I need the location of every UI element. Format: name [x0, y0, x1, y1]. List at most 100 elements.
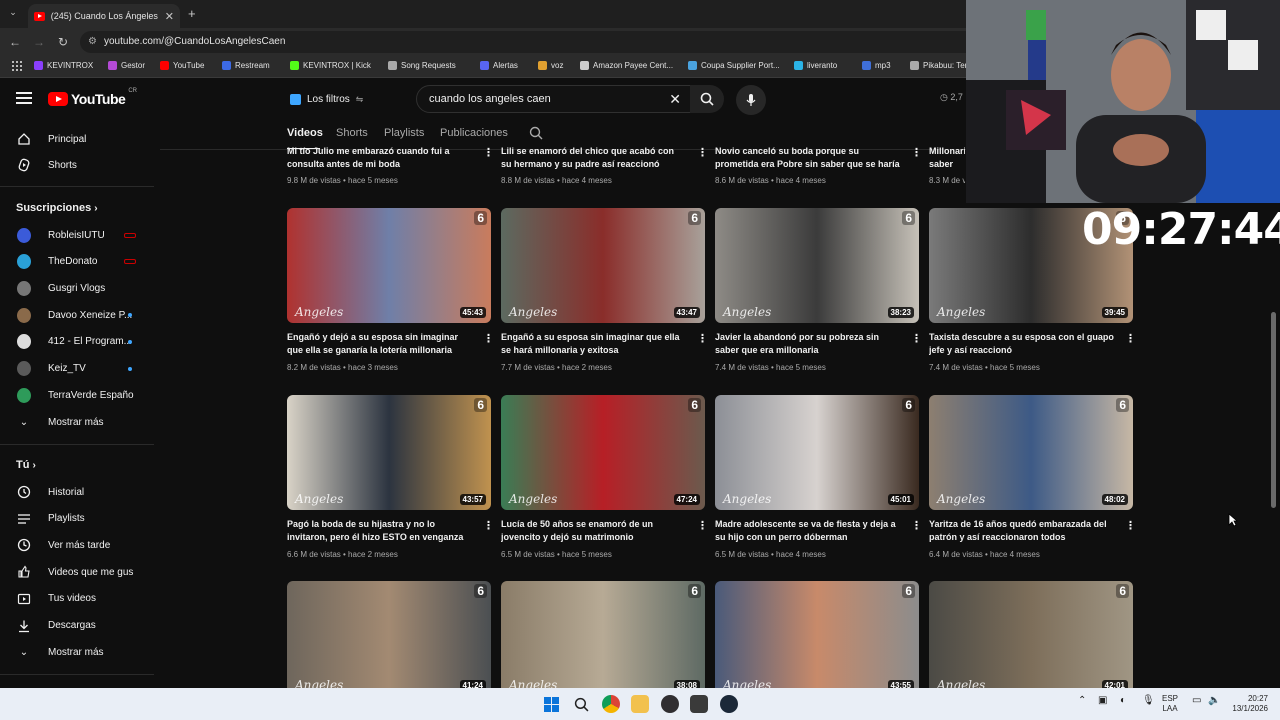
bookmark-item[interactable]: Restream: [222, 61, 270, 70]
clear-search-icon[interactable]: ✕: [669, 86, 681, 112]
tab-videos[interactable]: Videos: [287, 127, 323, 139]
video-card[interactable]: 6 Angeles 38:08: [501, 581, 705, 688]
tray-app-icon[interactable]: ◐: [1120, 696, 1126, 706]
video-title[interactable]: Pagó la boda de su hijastra y no lo invi…: [287, 518, 473, 544]
bookmark-item[interactable]: Alertas: [480, 61, 518, 70]
bookmark-item[interactable]: liveranto: [794, 61, 837, 70]
video-menu-icon[interactable]: ⋮: [483, 146, 494, 159]
sidebar-item-you[interactable]: Historial: [0, 479, 154, 505]
sidebar-subscription[interactable]: TerraVerde Español: [0, 382, 154, 408]
steam-icon[interactable]: [720, 695, 738, 713]
reload-icon[interactable]: ↻: [55, 34, 71, 50]
video-thumbnail[interactable]: 6 Angeles 47:24: [501, 395, 705, 510]
network-icon[interactable]: ▭: [1192, 696, 1201, 706]
video-menu-icon[interactable]: ⋮: [911, 519, 919, 532]
search-input[interactable]: cuando los angeles caen ✕: [416, 85, 692, 113]
sidebar-item-you[interactable]: Tus videos: [0, 586, 154, 612]
url-field[interactable]: ⚙ youtube.com/@CuandoLosAngelesCaen: [80, 31, 980, 53]
video-title[interactable]: Mi tío Julio me embarazó cuando fui a co…: [287, 145, 473, 171]
search-button[interactable]: [690, 85, 724, 113]
sidebar-subscription[interactable]: 412 - El Program...: [0, 329, 154, 355]
video-title[interactable]: Madre adolescente se va de fiesta y deja…: [715, 518, 901, 544]
bookmark-item[interactable]: KEVINTROX | Kick: [290, 61, 371, 70]
sidebar-item-you[interactable]: Ver más tarde: [0, 532, 154, 558]
tray-chevron-up-icon[interactable]: ⌃: [1078, 696, 1086, 706]
channel-search-icon[interactable]: [529, 126, 543, 140]
video-card[interactable]: 6 Angeles 45:01 Madre adolescente se va de …: [715, 395, 919, 570]
video-thumbnail[interactable]: 6 Angeles 42:01: [929, 581, 1133, 688]
browser-tab[interactable]: (245) Cuando Los Ángeles Cae ✕: [28, 4, 180, 28]
video-menu-icon[interactable]: ⋮: [483, 519, 491, 532]
tab-shorts[interactable]: Shorts: [336, 127, 368, 139]
video-thumbnail[interactable]: 6 Angeles 45:01: [715, 395, 919, 510]
scrollbar-thumb[interactable]: [1271, 312, 1276, 508]
subscriptions-show-more[interactable]: ⌄ Mostrar más: [0, 409, 154, 435]
tab-list-dropdown-icon[interactable]: ⌄: [6, 7, 20, 21]
forward-icon[interactable]: →: [31, 34, 47, 50]
video-menu-icon[interactable]: ⋮: [697, 519, 705, 532]
taskbar-search-icon[interactable]: [574, 697, 589, 712]
sidebar-subscription[interactable]: Keiz_TV: [0, 356, 154, 382]
video-title[interactable]: Engañó y dejó a su esposa sin imaginar q…: [287, 331, 473, 357]
voice-search-button[interactable]: [736, 85, 766, 115]
video-card[interactable]: 6 Angeles 41:24: [287, 581, 491, 688]
sidebar-subscription[interactable]: TheDonato: [0, 249, 154, 275]
video-card[interactable]: 6 Angeles 43:47 Engañó a su esposa sin imag…: [501, 208, 705, 383]
bookmark-item[interactable]: voz: [538, 61, 563, 70]
video-menu-icon[interactable]: ⋮: [1125, 519, 1133, 532]
site-info-icon[interactable]: ⚙: [88, 31, 97, 53]
close-tab-icon[interactable]: ✕: [165, 10, 174, 23]
video-thumbnail[interactable]: 6 Angeles 43:47: [501, 208, 705, 323]
filters-button[interactable]: Los filtros ⇋: [280, 86, 373, 112]
tray-microphone-icon[interactable]: 🎙: [1142, 696, 1155, 706]
file-explorer-icon[interactable]: [631, 695, 649, 713]
you-show-more[interactable]: ⌄ Mostrar más: [0, 639, 154, 665]
video-card[interactable]: 6 Angeles 47:24 Lucía de 50 años se enamoró…: [501, 395, 705, 570]
video-menu-icon[interactable]: ⋮: [697, 332, 705, 345]
new-tab-button[interactable]: +: [188, 6, 196, 21]
language-indicator[interactable]: ESP LAA: [1162, 694, 1178, 714]
video-title[interactable]: Engañó a su esposa sin imaginar que ella…: [501, 331, 687, 357]
sidebar-subscription[interactable]: Davoo Xeneize P...: [0, 302, 154, 328]
bookmark-item[interactable]: Song Requests: [388, 61, 456, 70]
video-title[interactable]: Lili se enamoró del chico que acabó con …: [501, 145, 687, 171]
video-thumbnail[interactable]: 6 Angeles 43:57: [287, 395, 491, 510]
chrome-icon[interactable]: [602, 695, 620, 713]
sidebar-subscription[interactable]: RobleisIUTU: [0, 222, 154, 248]
you-heading[interactable]: Tú ›: [16, 459, 36, 471]
video-menu-icon[interactable]: ⋮: [483, 332, 491, 345]
video-thumbnail[interactable]: 6 Angeles 43:55: [715, 581, 919, 688]
back-icon[interactable]: ←: [7, 34, 23, 50]
bookmark-item[interactable]: YouTube: [160, 61, 204, 70]
video-card[interactable]: 6 Angeles 38:23 Javier la abandonó por su p…: [715, 208, 919, 383]
video-thumbnail[interactable]: 6 Angeles 45:43: [287, 208, 491, 323]
video-menu-icon[interactable]: ⋮: [1125, 332, 1133, 345]
subscriptions-heading[interactable]: Suscripciones ›: [16, 202, 98, 214]
tab-publicaciones[interactable]: Publicaciones: [440, 127, 508, 139]
tab-playlists[interactable]: Playlists: [384, 127, 424, 139]
video-title[interactable]: Millonari... saber cu...: [929, 145, 965, 171]
sidebar-item-you[interactable]: Videos que me gus...: [0, 559, 154, 585]
video-menu-icon[interactable]: ⋮: [697, 146, 708, 159]
volume-icon[interactable]: 🔈: [1208, 696, 1220, 706]
obs-icon[interactable]: [661, 695, 679, 713]
sidebar-item-you[interactable]: Playlists: [0, 506, 154, 532]
bookmark-item[interactable]: Coupa Supplier Port...: [688, 61, 780, 70]
youtube-logo[interactable]: YouTube CR: [48, 88, 137, 107]
clock[interactable]: 20:27 13/1/2026: [1226, 694, 1268, 714]
video-title[interactable]: Lucía de 50 años se enamoró de un jovenc…: [501, 518, 687, 544]
bookmark-item[interactable]: KEVINTROX: [34, 61, 93, 70]
sidebar-item-you[interactable]: Descargas: [0, 613, 154, 639]
start-windows-icon[interactable]: [544, 697, 559, 712]
video-card[interactable]: 6 Angeles 45:43 Engañó y dejó a su esposa s…: [287, 208, 491, 383]
tray-app-icon[interactable]: ▣: [1098, 696, 1107, 706]
video-menu-icon[interactable]: ⋮: [911, 146, 922, 159]
menu-icon[interactable]: [16, 92, 32, 104]
video-card[interactable]: 6 Angeles 43:57 Pagó la boda de su hijastra…: [287, 395, 491, 570]
sidebar-item-principal[interactable]: Principal: [0, 126, 154, 152]
video-card[interactable]: 6 Angeles 48:02 Yaritza de 16 años quedó em…: [929, 395, 1133, 570]
bookmark-item[interactable]: Gestor: [108, 61, 145, 70]
video-title[interactable]: Novio canceló su boda porque su prometid…: [715, 145, 901, 171]
apps-grid-icon[interactable]: [12, 61, 22, 71]
video-thumbnail[interactable]: 6 Angeles 48:02: [929, 395, 1133, 510]
